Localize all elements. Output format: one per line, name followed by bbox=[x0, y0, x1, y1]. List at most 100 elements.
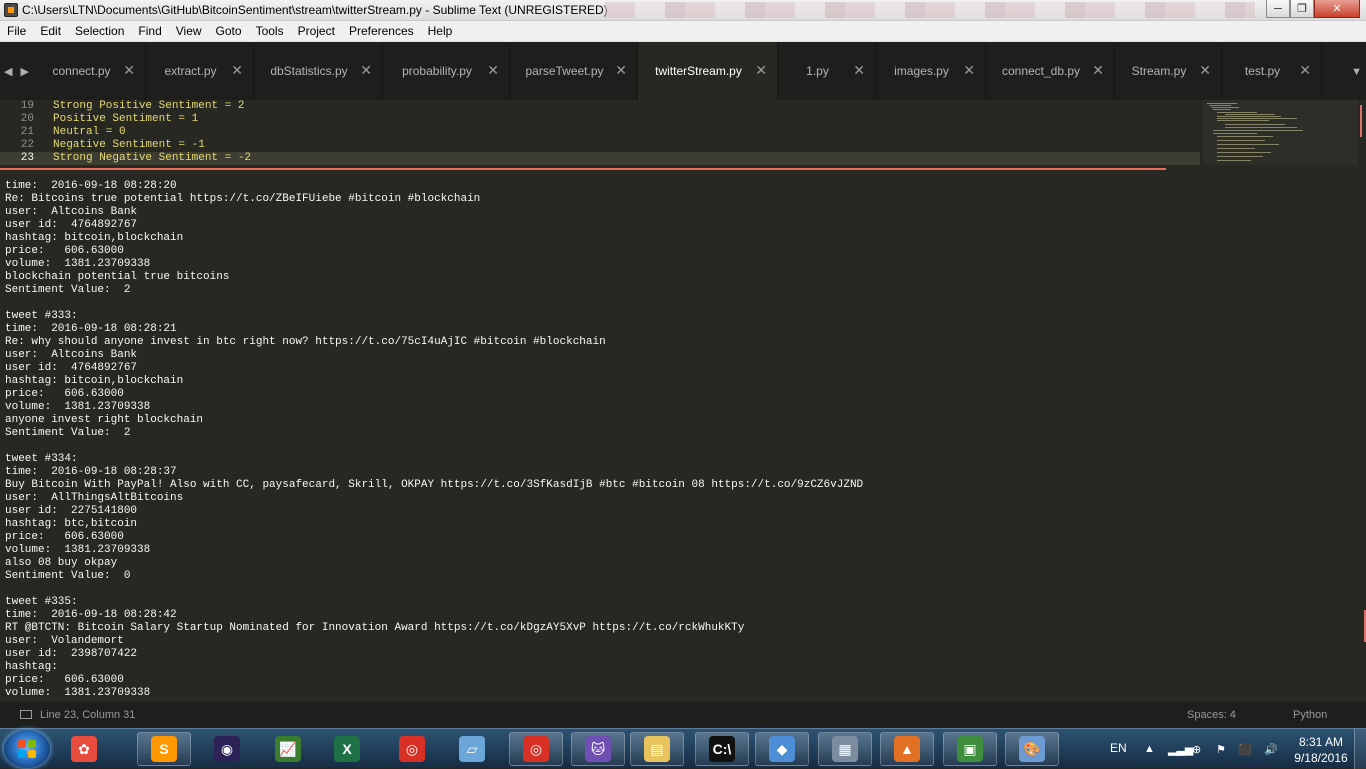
menu-help[interactable]: Help bbox=[421, 24, 460, 38]
output-line[interactable]: price: 606.63000 bbox=[5, 388, 124, 401]
notes-taskbar-button[interactable]: ▱ bbox=[445, 732, 499, 766]
code-text[interactable]: Strong Positive Sentiment = 2 bbox=[53, 100, 244, 113]
output-line[interactable]: volume: 1381.23709338 bbox=[5, 544, 150, 557]
output-line[interactable]: Sentiment Value: 2 bbox=[5, 427, 130, 440]
output-line[interactable]: Re: why should anyone invest in btc righ… bbox=[5, 336, 606, 349]
minimize-button[interactable]: ─ bbox=[1266, 0, 1290, 18]
code-text[interactable]: Negative Sentiment = -1 bbox=[53, 139, 205, 152]
menu-file[interactable]: File bbox=[0, 24, 33, 38]
output-line[interactable]: volume: 1381.23709338 bbox=[5, 401, 150, 414]
output-line[interactable]: hashtag: btc,bitcoin bbox=[5, 518, 137, 531]
output-line[interactable]: tweet #334: bbox=[5, 453, 78, 466]
code-line[interactable]: 20 Positive Sentiment = 1 bbox=[0, 113, 198, 126]
github-taskbar-button[interactable]: 🐱 bbox=[571, 732, 625, 766]
output-line[interactable]: anyone invest right blockchain bbox=[5, 414, 203, 427]
sublime-app-icon[interactable] bbox=[4, 3, 18, 17]
file-explorer-taskbar-button[interactable]: ▤ bbox=[630, 732, 684, 766]
output-line[interactable]: volume: 1381.23709338 bbox=[5, 687, 150, 700]
tab-close-icon[interactable]: ✕ bbox=[1092, 63, 1104, 77]
syntax-selector[interactable]: Python bbox=[1293, 709, 1327, 721]
menu-view[interactable]: View bbox=[169, 24, 209, 38]
chart-app-taskbar-button[interactable]: 📈 bbox=[261, 732, 315, 766]
output-line[interactable]: time: 2016-09-18 08:28:37 bbox=[5, 466, 177, 479]
maximize-button[interactable]: ❐ bbox=[1290, 0, 1314, 18]
code-line[interactable]: 21 Neutral = 0 bbox=[0, 126, 126, 139]
panel-toggle-icon[interactable] bbox=[20, 710, 32, 719]
output-line[interactable]: also 08 buy okpay bbox=[5, 557, 117, 570]
calculator-taskbar-button[interactable]: ▦ bbox=[818, 732, 872, 766]
code-text[interactable]: Positive Sentiment = 1 bbox=[53, 113, 198, 126]
tab-parsetweet-py[interactable]: parseTweet.py ✕ bbox=[510, 42, 638, 100]
output-line[interactable]: hashtag: bitcoin,blockchain bbox=[5, 375, 183, 388]
tab-1-py[interactable]: 1.py ✕ bbox=[778, 42, 876, 100]
tab-close-icon[interactable]: ✕ bbox=[360, 63, 372, 77]
output-line[interactable]: user: Altcoins Bank bbox=[5, 349, 137, 362]
output-line[interactable]: hashtag: bitcoin,blockchain bbox=[5, 232, 183, 245]
matlab-taskbar-button[interactable]: ▲ bbox=[880, 732, 934, 766]
output-line[interactable]: volume: 1381.23709338 bbox=[5, 258, 150, 271]
output-line[interactable]: Buy Bitcoin With PayPal! Also with CC, p… bbox=[5, 479, 863, 492]
menu-selection[interactable]: Selection bbox=[68, 24, 131, 38]
tab-close-icon[interactable]: ✕ bbox=[231, 63, 243, 77]
code-text[interactable]: Neutral = 0 bbox=[53, 126, 126, 139]
output-line[interactable]: Sentiment Value: 0 bbox=[5, 570, 130, 583]
eclipse-taskbar-button[interactable]: ◉ bbox=[200, 732, 254, 766]
menu-edit[interactable]: Edit bbox=[33, 24, 68, 38]
output-line[interactable]: blockchain potential true bitcoins bbox=[5, 271, 229, 284]
tab-close-icon[interactable]: ✕ bbox=[853, 63, 865, 77]
start-button[interactable] bbox=[4, 730, 50, 768]
battery-icon[interactable]: ⬛ bbox=[1238, 743, 1252, 756]
output-line[interactable]: price: 606.63000 bbox=[5, 531, 124, 544]
tab-test-py[interactable]: test.py ✕ bbox=[1222, 42, 1322, 100]
tab-scroll-left-icon[interactable]: ◀ bbox=[4, 66, 12, 78]
code-line[interactable]: 19 Strong Positive Sentiment = 2 bbox=[0, 100, 245, 113]
editor-scrollbar[interactable] bbox=[1360, 105, 1362, 137]
output-line[interactable]: tweet #333: bbox=[5, 310, 78, 323]
network-icon[interactable]: ▂▃▅ bbox=[1168, 743, 1193, 756]
tab-images-py[interactable]: images.py ✕ bbox=[876, 42, 986, 100]
output-line[interactable]: user: Altcoins Bank bbox=[5, 206, 137, 219]
tab-close-icon[interactable]: ✕ bbox=[755, 63, 767, 77]
output-line[interactable]: time: 2016-09-18 08:28:21 bbox=[5, 323, 177, 336]
tab-twitterstream-py[interactable]: twitterStream.py ✕ bbox=[638, 42, 778, 100]
tab-dbstatistics-py[interactable]: dbStatistics.py ✕ bbox=[254, 42, 383, 100]
output-line[interactable]: user id: 2398707422 bbox=[5, 648, 137, 661]
update-icon[interactable]: ⊕ bbox=[1192, 743, 1204, 756]
menu-find[interactable]: Find bbox=[131, 24, 168, 38]
output-line[interactable]: hashtag: bbox=[5, 661, 58, 674]
paint-taskbar-button[interactable]: 🎨 bbox=[1005, 732, 1059, 766]
output-line[interactable]: time: 2016-09-18 08:28:20 bbox=[5, 180, 177, 193]
indentation-setting[interactable]: Spaces: 4 bbox=[1187, 709, 1236, 721]
output-line[interactable]: user id: 4764892767 bbox=[5, 362, 137, 375]
tab-close-icon[interactable]: ✕ bbox=[1199, 63, 1211, 77]
tab-close-icon[interactable]: ✕ bbox=[1299, 63, 1311, 77]
output-line[interactable]: user: Volandemort bbox=[5, 635, 124, 648]
menu-goto[interactable]: Goto bbox=[209, 24, 249, 38]
git-taskbar-button[interactable]: ◆ bbox=[755, 732, 809, 766]
output-line[interactable]: price: 606.63000 bbox=[5, 245, 124, 258]
show-hidden-icons-icon[interactable]: ▲ bbox=[1144, 743, 1156, 755]
output-line[interactable]: time: 2016-09-18 08:28:42 bbox=[5, 609, 177, 622]
output-line[interactable]: user id: 2275141800 bbox=[5, 505, 137, 518]
menu-project[interactable]: Project bbox=[291, 24, 342, 38]
output-line[interactable]: tweet #335: bbox=[5, 596, 78, 609]
clock[interactable]: 8:31 AM 9/18/2016 bbox=[1286, 734, 1356, 766]
output-line[interactable]: Re: Bitcoins true potential https://t.co… bbox=[5, 193, 480, 206]
tab-list-dropdown-icon[interactable]: ▼ bbox=[1351, 66, 1362, 78]
tab-extract-py[interactable]: extract.py ✕ bbox=[146, 42, 254, 100]
excel-taskbar-button[interactable]: X bbox=[320, 732, 374, 766]
build-output-panel[interactable]: time: 2016-09-18 08:28:20 Re: Bitcoins tr… bbox=[0, 170, 1366, 700]
tab-connect_db-py[interactable]: connect_db.py ✕ bbox=[986, 42, 1115, 100]
sublime-text-taskbar-button[interactable]: S bbox=[137, 732, 191, 766]
output-line[interactable]: price: 606.63000 bbox=[5, 674, 124, 687]
output-line[interactable]: Sentiment Value: 2 bbox=[5, 284, 130, 297]
language-indicator[interactable]: EN bbox=[1110, 741, 1127, 755]
code-line[interactable]: 23 Strong Negative Sentiment = -2 bbox=[0, 152, 1200, 165]
tab-close-icon[interactable]: ✕ bbox=[123, 63, 135, 77]
output-line[interactable]: user: AllThingsAltBitcoins bbox=[5, 492, 183, 505]
chrome-taskbar-button-2[interactable]: ◎ bbox=[509, 732, 563, 766]
tab-close-icon[interactable]: ✕ bbox=[487, 63, 499, 77]
action-center-icon[interactable]: ⚑ bbox=[1216, 743, 1228, 756]
code-text[interactable]: Strong Negative Sentiment = -2 bbox=[53, 152, 251, 165]
tab-stream-py[interactable]: Stream.py ✕ bbox=[1115, 42, 1222, 100]
